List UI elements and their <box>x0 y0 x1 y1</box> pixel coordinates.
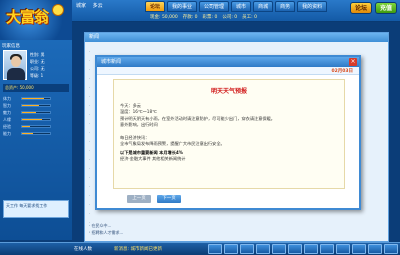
weather-label: 城家 <box>76 3 87 9</box>
modal-date: 02月03日 <box>331 69 353 74</box>
attribute-bar <box>21 125 51 128</box>
attribute-bar <box>21 97 51 100</box>
stat-cash: 现金: 50,000 <box>150 15 178 20</box>
attribute-bar <box>21 111 51 114</box>
avatar-body <box>7 68 25 80</box>
news-foot-line[interactable]: · 招聘和人才需求... <box>89 229 123 236</box>
bottom-icon[interactable] <box>272 244 286 254</box>
attribute-bar <box>21 132 51 135</box>
profile-line: 等级: 1 <box>30 73 44 78</box>
modal-subbar: 02月03日 <box>97 67 359 75</box>
news-foot-line[interactable]: · 在民众中... <box>89 222 123 229</box>
attribute-row: 经验 <box>3 123 69 130</box>
attribute-label: 人缘 <box>3 116 11 122</box>
nav-tab-6[interactable]: 我的资料 <box>297 1 328 12</box>
modal-body: 明天天气预报 今天：多云 温度：16℃～18℃ 预计明天阴天有小雨，在室外活动时… <box>113 79 345 189</box>
news-ticker[interactable]: 新消息: 城市新闻已更新 <box>114 246 162 252</box>
attribute-label: 魅力 <box>3 109 11 115</box>
bottom-icon-bar <box>208 244 398 254</box>
attribute-label: 智力 <box>3 102 11 108</box>
profile-line: 职业: 无 <box>30 59 45 64</box>
attribute-bar <box>21 118 51 121</box>
total-assets: 总资产: 50,000 <box>3 84 69 92</box>
stat-lottery: 彩票: 0 <box>202 15 218 20</box>
next-page-button[interactable]: 下一页 <box>157 195 181 203</box>
player-stats: 现金: 50,000 存款: 0 彩票: 0 公司: 0 员工: 0 <box>150 14 257 20</box>
stat-company: 公司: 0 <box>222 15 238 20</box>
bottom-icon[interactable] <box>384 244 398 254</box>
attribute-list: 体力 智力 魅力 人缘 经验 能力 <box>3 95 69 137</box>
attribute-label: 经验 <box>3 123 11 129</box>
stat-staff: 员工: 0 <box>242 15 257 20</box>
weather-value: 多云 <box>92 3 103 9</box>
player-panel: 玩家信息 性别: 男 职业: 无 公司: 无 等级: 1 总资产: 50,000… <box>0 40 72 240</box>
bottom-icon[interactable] <box>352 244 366 254</box>
attribute-row: 体力 <box>3 95 69 102</box>
bottom-icon[interactable] <box>208 244 222 254</box>
stat-deposit: 存款: 0 <box>182 15 198 20</box>
attribute-label: 能力 <box>3 130 11 136</box>
bottom-icon[interactable] <box>224 244 238 254</box>
close-icon[interactable]: × <box>349 58 357 66</box>
bottom-icon[interactable] <box>320 244 334 254</box>
forecast-title: 明天天气预报 <box>210 88 247 95</box>
avatar-face <box>11 56 21 67</box>
attribute-bar <box>21 104 51 107</box>
tip-box[interactable]: 天工作 每天要求找工作 <box>3 200 69 218</box>
city-news-modal: 城市新闻 × 02月03日 明天天气预报 今天：多云 温度：16℃～18℃ 预计… <box>95 55 361 210</box>
modal-line: 经济·金融大事件 其他相关新闻统计 <box>120 156 186 162</box>
recharge-button[interactable]: 充值 <box>375 2 397 14</box>
news-panel-title: 新闻 <box>85 33 388 42</box>
attribute-row: 人缘 <box>3 116 69 123</box>
online-label: 在线人数 <box>74 247 92 252</box>
profile-title: 玩家信息 <box>2 44 20 49</box>
bottom-icon[interactable] <box>240 244 254 254</box>
bottom-icon[interactable] <box>368 244 382 254</box>
coin-icon <box>52 4 64 16</box>
attribute-label: 体力 <box>3 95 11 101</box>
weather-line: 城家 多云 <box>76 2 108 9</box>
news-foot: · 在民众中... · 招聘和人才需求... <box>89 222 123 236</box>
profile-info: 性别: 男 职业: 无 公司: 无 等级: 1 <box>30 51 45 79</box>
game-logo: 大富翁 <box>6 8 49 26</box>
bottom-icon[interactable] <box>288 244 302 254</box>
attribute-row: 能力 <box>3 130 69 137</box>
bottom-icon[interactable] <box>256 244 270 254</box>
nav-tab-3[interactable]: 城市 <box>231 1 252 12</box>
main-nav: 论坛 我的事业 公司管理 城市 商城 商务 我的资料 <box>145 1 328 12</box>
forum-button[interactable]: 论坛 <box>350 2 372 14</box>
profile-line: 性别: 男 <box>30 52 45 57</box>
bottom-bar: 在线人数 新消息: 城市新闻已更新 <box>0 242 400 255</box>
attribute-row: 魅力 <box>3 109 69 116</box>
nav-tab-5[interactable]: 商务 <box>275 1 296 12</box>
bottom-icon[interactable] <box>336 244 350 254</box>
attribute-row: 智力 <box>3 102 69 109</box>
modal-header: 城市新闻 × <box>97 57 359 67</box>
modal-title: 城市新闻 <box>101 59 122 65</box>
prev-page-button[interactable]: 上一页 <box>127 195 151 203</box>
nav-tab-0[interactable]: 论坛 <box>145 1 166 12</box>
list-item: · <box>89 211 91 216</box>
bottom-icon[interactable] <box>304 244 318 254</box>
avatar[interactable] <box>3 50 27 80</box>
profile-line: 公司: 无 <box>30 66 45 71</box>
nav-tab-4[interactable]: 商城 <box>253 1 274 12</box>
logo-area: 大富翁 <box>0 0 72 40</box>
nav-tab-1[interactable]: 我的事业 <box>167 1 198 12</box>
nav-tab-2[interactable]: 公司管理 <box>199 1 230 12</box>
modal-line: 全市气象局发布降雨预警，提醒广大市民注意出行安全。 <box>120 141 225 147</box>
